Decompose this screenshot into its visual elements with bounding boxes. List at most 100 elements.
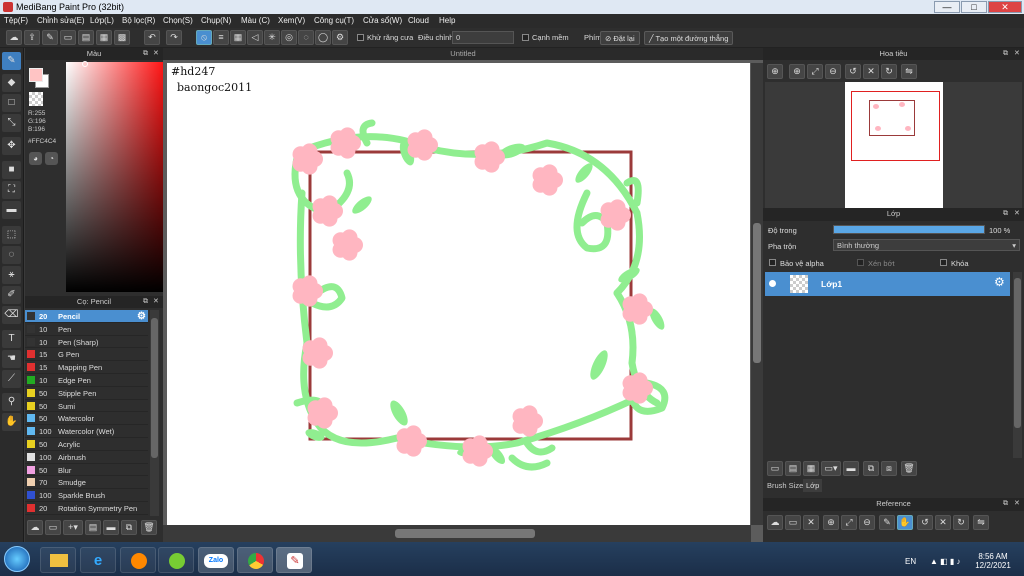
dot-tool-icon[interactable]: □ bbox=[2, 94, 21, 112]
internet-explorer-icon[interactable]: e bbox=[80, 547, 116, 573]
panel-float-icon[interactable]: ⧉ bbox=[1003, 210, 1011, 218]
palette-icon[interactable]: ◕ bbox=[29, 152, 42, 165]
menu-layer[interactable]: Lớp(L) bbox=[90, 16, 114, 25]
select-brush-icon[interactable]: ✐ bbox=[2, 286, 21, 304]
clipping-checkbox[interactable] bbox=[857, 259, 864, 266]
lock-checkbox[interactable] bbox=[940, 259, 947, 266]
clock[interactable]: 8:56 AM 12/2/2021 bbox=[973, 552, 1013, 570]
menu-capture[interactable]: Chụp(N) bbox=[201, 16, 231, 25]
upload-icon[interactable]: ⇪ bbox=[24, 30, 40, 45]
curve-snap-icon[interactable]: ◌ bbox=[298, 30, 314, 45]
brush-item[interactable]: 15 Mapping Pen bbox=[25, 361, 148, 374]
panel-float-icon[interactable]: ⧉ bbox=[143, 50, 151, 58]
ref-flip-icon[interactable]: ⇋ bbox=[973, 515, 989, 530]
brush-list-scrollbar[interactable] bbox=[150, 310, 159, 516]
menu-help[interactable]: Help bbox=[439, 16, 455, 25]
snap-checkbox[interactable] bbox=[522, 34, 529, 41]
fit-icon[interactable]: ⤢ bbox=[807, 64, 823, 79]
brush-settings-gear-icon[interactable]: ⚙ bbox=[137, 311, 146, 322]
parallel-snap-icon[interactable]: ≡ bbox=[213, 30, 229, 45]
select-eraser-icon[interactable]: ⌫ bbox=[2, 306, 21, 324]
move-tool-icon[interactable]: ✥ bbox=[2, 137, 21, 155]
ref-close-icon[interactable]: ✕ bbox=[803, 515, 819, 530]
delete-layer-icon[interactable]: 🗑 bbox=[901, 461, 917, 476]
brush-item[interactable]: 10 Edge Pen bbox=[25, 374, 148, 387]
protect-alpha-checkbox[interactable] bbox=[769, 259, 776, 266]
primary-color-swatch[interactable] bbox=[29, 68, 43, 82]
circle-snap-icon[interactable]: ◎ bbox=[281, 30, 297, 45]
menu-tools[interactable]: Công cụ(T) bbox=[314, 16, 354, 25]
menu-window[interactable]: Cửa sổ(W) bbox=[363, 16, 402, 25]
brush-item[interactable]: 70 Smudge bbox=[25, 476, 148, 490]
menu-color[interactable]: Màu (C) bbox=[241, 16, 270, 25]
brush-tool-icon[interactable]: ✎ bbox=[2, 52, 21, 70]
canvas-tab[interactable]: Untitled bbox=[163, 48, 763, 60]
actual-size-icon[interactable]: ⊖ bbox=[825, 64, 841, 79]
panel-float-icon[interactable]: ⧉ bbox=[1003, 500, 1011, 508]
canvas-horizontal-scrollbar[interactable] bbox=[163, 525, 751, 542]
panel-float-icon[interactable]: ⧉ bbox=[1003, 50, 1011, 58]
menu-filter[interactable]: Bộ lọc(R) bbox=[122, 16, 155, 25]
zoom-out-icon[interactable]: ⊕ bbox=[789, 64, 805, 79]
saturation-value-picker[interactable] bbox=[66, 62, 172, 292]
select-pen-icon[interactable]: ⤡ bbox=[2, 114, 21, 132]
radial-snap-icon[interactable]: ✳ bbox=[264, 30, 280, 45]
chrome-icon[interactable] bbox=[237, 547, 273, 573]
page-icon[interactable]: ▤ bbox=[78, 30, 94, 45]
brush-item[interactable]: 15 G Pen bbox=[25, 348, 148, 362]
zoom-in-icon[interactable]: ⊕ bbox=[767, 64, 783, 79]
layer-settings-gear-icon[interactable]: ⚙ bbox=[994, 275, 1005, 289]
settings-snap-icon[interactable]: ⚙ bbox=[332, 30, 348, 45]
reset-view-icon[interactable]: ✕ bbox=[863, 64, 879, 79]
opacity-slider[interactable] bbox=[833, 225, 985, 234]
media-player-icon[interactable] bbox=[120, 547, 156, 573]
ref-fit-icon[interactable]: ⤢ bbox=[841, 515, 857, 530]
grid-icon[interactable]: ▩ bbox=[114, 30, 130, 45]
menu-file[interactable]: Tệp(F) bbox=[4, 16, 28, 25]
adjust-input[interactable]: 0 bbox=[452, 31, 514, 44]
straight-line-button[interactable]: ╱ Tạo một đường thẳng bbox=[644, 31, 734, 45]
medibang-taskbar-icon[interactable]: ✎ bbox=[276, 547, 312, 573]
cloud-icon[interactable]: ☁ bbox=[6, 30, 22, 45]
ref-zoom-in-icon[interactable]: ⊕ bbox=[823, 515, 839, 530]
language-indicator[interactable]: EN bbox=[905, 557, 916, 566]
comment-icon[interactable]: ✎ bbox=[42, 30, 58, 45]
zalo-icon[interactable]: Zalo bbox=[198, 547, 234, 573]
divide-tool-icon[interactable]: ⟋ bbox=[2, 370, 21, 388]
brush-settings-icon[interactable]: ▤ bbox=[85, 520, 101, 535]
snap-off-icon[interactable]: ⦸ bbox=[196, 30, 212, 45]
coccoc-browser-icon[interactable] bbox=[158, 547, 194, 573]
add-brush-icon[interactable]: +▾ bbox=[63, 520, 83, 535]
operation-tool-icon[interactable]: ☚ bbox=[2, 350, 21, 368]
magic-wand-icon[interactable]: ⚹ bbox=[2, 266, 21, 284]
ref-eyedropper-icon[interactable]: ✎ bbox=[879, 515, 895, 530]
brush-item[interactable]: 20 Pencil ⚙ bbox=[25, 310, 148, 323]
bucket-tool-icon[interactable]: ⛶ bbox=[2, 181, 21, 199]
brush-item[interactable]: 50 Sumi bbox=[25, 400, 148, 413]
file-explorer-icon[interactable] bbox=[40, 547, 76, 573]
cloud-brush-icon[interactable]: ☁ bbox=[27, 520, 43, 535]
brush-item[interactable]: 50 Watercolor bbox=[25, 412, 148, 426]
eraser-tool-icon[interactable]: ◆ bbox=[2, 74, 21, 92]
canvas[interactable]: #hd247 baongoc2011 bbox=[167, 63, 750, 525]
shape-tool-icon[interactable]: ■ bbox=[2, 161, 21, 179]
ref-zoom-out-icon[interactable]: ⊖ bbox=[859, 515, 875, 530]
duplicate-layer-icon[interactable]: ⧉ bbox=[863, 461, 879, 476]
panel-close-icon[interactable]: ✕ bbox=[153, 298, 161, 306]
sv-cursor[interactable] bbox=[82, 61, 88, 67]
add-layer-menu-icon[interactable]: ▭▾ bbox=[821, 461, 841, 476]
close-button[interactable]: ✕ bbox=[988, 1, 1022, 13]
navigator-viewport[interactable] bbox=[851, 91, 940, 161]
panel-close-icon[interactable]: ✕ bbox=[153, 50, 161, 58]
ref-hand-icon[interactable]: ✋ bbox=[897, 515, 913, 530]
ref-open-icon[interactable]: ▭ bbox=[785, 515, 801, 530]
brush-item[interactable]: 100 Watercolor (Wet) bbox=[25, 425, 148, 438]
layer-folder-icon[interactable]: ▬ bbox=[843, 461, 859, 476]
ref-reset-icon[interactable]: ✕ bbox=[935, 515, 951, 530]
panel-close-icon[interactable]: ✕ bbox=[1014, 50, 1022, 58]
text-tool-icon[interactable]: T bbox=[2, 330, 21, 348]
brush-item[interactable]: 10 Pen bbox=[25, 323, 148, 336]
message-icon[interactable]: ▭ bbox=[60, 30, 76, 45]
panel-close-icon[interactable]: ✕ bbox=[1014, 500, 1022, 508]
duplicate-brush-icon[interactable]: ⧉ bbox=[121, 520, 137, 535]
